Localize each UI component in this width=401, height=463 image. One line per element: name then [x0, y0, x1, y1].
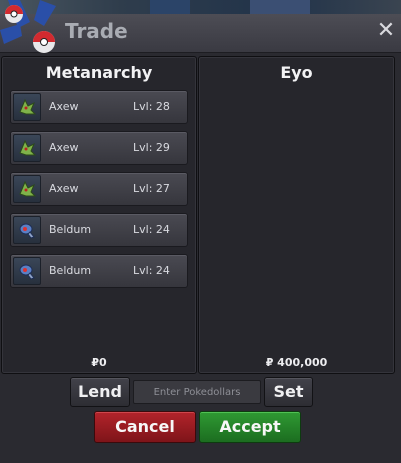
pokemon-level: Lvl: 27 [133, 182, 170, 195]
pokemon-name: Axew [49, 182, 79, 195]
offered-pokemon-list: Axew Lvl: 28 Axew Lvl: 29 Axew Lvl: 27 B… [10, 90, 188, 295]
accept-button[interactable]: Accept [199, 411, 301, 443]
pokemon-slot[interactable]: Beldum Lvl: 24 [10, 254, 188, 288]
beldum-icon [13, 216, 41, 244]
pokeball-logo-icon [0, 0, 56, 53]
partner-offer-panel: Eyo ₽ 400,000 [198, 56, 395, 374]
trade-window: Trade ✕ Metanarchy Axew Lvl: 28 Axew Lvl… [0, 0, 401, 463]
pokemon-name: Beldum [49, 223, 92, 236]
pokemon-slot[interactable]: Axew Lvl: 29 [10, 131, 188, 165]
pokemon-slot[interactable]: Axew Lvl: 28 [10, 90, 188, 124]
pokemon-level: Lvl: 28 [133, 100, 170, 113]
close-button[interactable]: ✕ [375, 19, 397, 43]
pokemon-slot[interactable]: Axew Lvl: 27 [10, 172, 188, 206]
lend-button[interactable]: Lend [70, 377, 130, 407]
pokemon-level: Lvl: 24 [133, 223, 170, 236]
pokemon-slot[interactable]: Beldum Lvl: 24 [10, 213, 188, 247]
player-name: Metanarchy [45, 63, 153, 82]
scenery-tile [250, 0, 310, 14]
pokemon-level: Lvl: 24 [133, 264, 170, 277]
offered-money: ₽0 [91, 356, 107, 369]
partner-money: ₽ 400,000 [265, 356, 328, 369]
window-title: Trade [65, 19, 128, 43]
scenery-tile [150, 0, 190, 14]
pokemon-name: Axew [49, 141, 79, 154]
my-offer-panel: Metanarchy Axew Lvl: 28 Axew Lvl: 29 Axe… [1, 56, 197, 374]
axew-icon [13, 134, 41, 162]
axew-icon [13, 93, 41, 121]
axew-icon [13, 175, 41, 203]
cancel-button[interactable]: Cancel [94, 411, 196, 443]
pokemon-name: Axew [49, 100, 79, 113]
pokedollars-input[interactable] [133, 380, 261, 404]
pokemon-name: Beldum [49, 264, 92, 277]
partner-name: Eyo [280, 63, 313, 82]
set-money-button[interactable]: Set [264, 377, 313, 407]
pokemon-level: Lvl: 29 [133, 141, 170, 154]
beldum-icon [13, 257, 41, 285]
